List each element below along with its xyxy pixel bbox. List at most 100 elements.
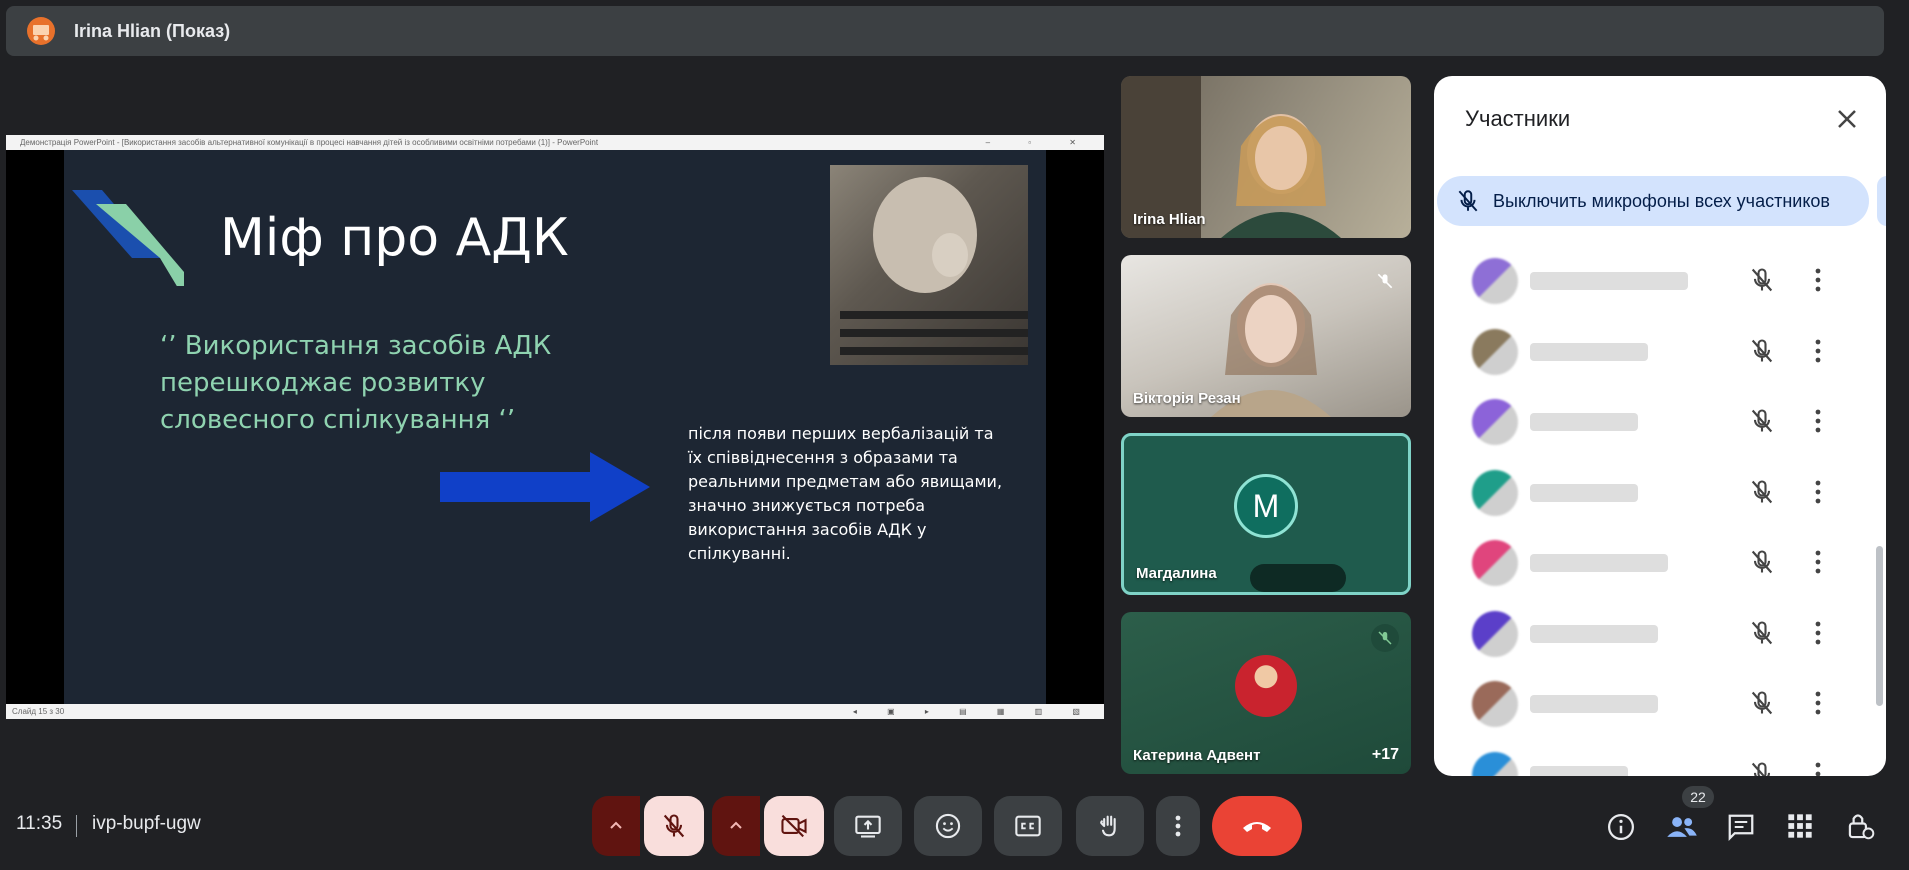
more-vert-icon bbox=[1175, 815, 1181, 837]
participant-name-redacted bbox=[1530, 554, 1668, 572]
close-icon[interactable] bbox=[1832, 104, 1862, 134]
info-icon[interactable] bbox=[1606, 812, 1636, 842]
redacted-surname bbox=[1250, 564, 1346, 592]
mute-all-button[interactable]: Выключить микрофоны всех участников bbox=[1437, 176, 1869, 226]
slide-body-text: після появи перших вербалізацій та їх сп… bbox=[688, 424, 1003, 563]
avatar bbox=[1472, 258, 1518, 304]
more-vert-icon[interactable] bbox=[1812, 689, 1824, 717]
avatar bbox=[1472, 681, 1518, 727]
emoji-icon bbox=[935, 813, 961, 839]
participant-name: Магдалина bbox=[1136, 565, 1217, 582]
avatar bbox=[1235, 655, 1297, 717]
mic-off-icon[interactable] bbox=[1748, 266, 1776, 294]
more-actions-button[interactable] bbox=[1877, 176, 1886, 226]
mic-toggle-button[interactable] bbox=[644, 796, 704, 856]
more-vert-icon[interactable] bbox=[1812, 760, 1824, 777]
powerpoint-titlebar: Демонстрація PowerPoint - [Використання … bbox=[6, 135, 1104, 150]
slide-photo-child bbox=[830, 165, 1028, 365]
meeting-code: ivp-bupf-ugw bbox=[92, 813, 201, 834]
participant-name-redacted bbox=[1530, 483, 1638, 502]
arrow-right-icon bbox=[440, 452, 650, 522]
participant-name-redacted bbox=[1530, 765, 1628, 776]
more-vert-icon[interactable] bbox=[1812, 337, 1824, 365]
participant-tile[interactable]: Катерина Адвент +17 bbox=[1121, 612, 1411, 774]
more-vert-icon[interactable] bbox=[1812, 548, 1824, 576]
presentation-icon bbox=[27, 17, 55, 45]
participant-name-redacted bbox=[1530, 695, 1658, 713]
participant-name: Вікторія Резан bbox=[1133, 390, 1241, 407]
hand-icon bbox=[1100, 815, 1116, 837]
scrollbar[interactable] bbox=[1876, 546, 1883, 706]
more-vert-icon[interactable] bbox=[1812, 478, 1824, 506]
mic-off-icon[interactable] bbox=[1748, 548, 1776, 576]
slide-counter: Слайд 15 з 30 bbox=[12, 707, 65, 716]
participants-panel: Участники Выключить микрофоны всех участ… bbox=[1434, 76, 1886, 776]
raise-hand-button[interactable] bbox=[1076, 796, 1144, 856]
more-options-button[interactable] bbox=[1156, 796, 1200, 856]
muted-mic-icon bbox=[1371, 624, 1399, 652]
camera-toggle-button[interactable] bbox=[764, 796, 824, 856]
chat-icon[interactable] bbox=[1726, 812, 1756, 842]
leave-call-button[interactable] bbox=[1212, 796, 1302, 856]
participant-name-redacted bbox=[1530, 272, 1688, 290]
participant-row[interactable] bbox=[1434, 528, 1864, 599]
mic-off-icon[interactable] bbox=[1748, 337, 1776, 365]
mic-off-icon bbox=[1458, 190, 1478, 212]
avatar bbox=[1472, 328, 1518, 375]
slide-quote: ‘’ Використання засобів АДК перешкоджає … bbox=[160, 331, 552, 435]
more-vert-icon[interactable] bbox=[1812, 266, 1824, 294]
participant-row[interactable] bbox=[1434, 669, 1864, 740]
participant-row[interactable] bbox=[1434, 246, 1864, 317]
participant-row[interactable] bbox=[1434, 458, 1864, 529]
host-controls-icon[interactable] bbox=[1846, 810, 1876, 842]
captions-button[interactable] bbox=[994, 796, 1062, 856]
powerpoint-statusbar: Слайд 15 з 30 ◂ ▣ ▸ ▤ ▦ ▥ ▧ bbox=[6, 704, 1104, 719]
mic-off-icon[interactable] bbox=[1748, 689, 1776, 717]
participant-row[interactable] bbox=[1434, 740, 1864, 777]
window-controls: – ▫ ✕ bbox=[985, 138, 1094, 147]
participant-name-redacted bbox=[1530, 413, 1638, 431]
slide-title: Міф про АДК bbox=[220, 208, 569, 268]
participant-tile[interactable]: Вікторія Резан bbox=[1121, 255, 1411, 417]
mic-off-icon bbox=[663, 814, 685, 838]
participant-name: Irina Hlian bbox=[1133, 211, 1206, 228]
people-icon[interactable] bbox=[1666, 812, 1698, 842]
video-options-button[interactable] bbox=[712, 796, 760, 856]
shared-screen: Демонстрація PowerPoint - [Використання … bbox=[6, 135, 1104, 719]
presenter-bar: Irina Hlian (Показ) bbox=[6, 6, 1884, 56]
mic-off-icon[interactable] bbox=[1748, 478, 1776, 506]
end-call-icon bbox=[1243, 822, 1271, 832]
participant-row[interactable] bbox=[1434, 387, 1864, 458]
participant-tile-active[interactable]: M Магдалина bbox=[1121, 433, 1411, 595]
participant-list bbox=[1434, 246, 1864, 776]
participant-name: Катерина Адвент bbox=[1133, 747, 1261, 764]
audio-options-button[interactable] bbox=[592, 796, 640, 856]
powerpoint-window-title: Демонстрація PowerPoint - [Використання … bbox=[20, 138, 599, 147]
avatar bbox=[1472, 610, 1518, 657]
mic-off-icon[interactable] bbox=[1748, 760, 1776, 777]
avatar bbox=[1472, 469, 1518, 516]
divider bbox=[76, 815, 77, 837]
participant-row[interactable] bbox=[1434, 599, 1864, 670]
participant-name-redacted bbox=[1530, 342, 1648, 361]
avatar bbox=[1472, 540, 1518, 586]
more-vert-icon[interactable] bbox=[1812, 407, 1824, 435]
mic-off-icon[interactable] bbox=[1748, 407, 1776, 435]
slide-logo-shapes bbox=[72, 190, 184, 286]
clock: 11:35 bbox=[16, 813, 63, 834]
presenter-title: Irina Hlian (Показ) bbox=[74, 20, 231, 41]
participant-row[interactable] bbox=[1434, 317, 1864, 388]
mic-off-icon[interactable] bbox=[1748, 619, 1776, 647]
reactions-button[interactable] bbox=[914, 796, 982, 856]
avatar bbox=[1472, 751, 1518, 776]
powerpoint-view-controls: ◂ ▣ ▸ ▤ ▦ ▥ ▧ bbox=[852, 707, 1094, 716]
more-participants-count[interactable]: +17 bbox=[1372, 746, 1399, 764]
participant-tile[interactable]: Irina Hlian bbox=[1121, 76, 1411, 238]
avatar: M bbox=[1234, 474, 1298, 538]
participant-name-redacted bbox=[1530, 624, 1658, 643]
camera-off-icon bbox=[781, 814, 807, 838]
activities-icon[interactable] bbox=[1786, 812, 1814, 840]
panel-title: Участники bbox=[1465, 106, 1571, 131]
present-button[interactable] bbox=[834, 796, 902, 856]
more-vert-icon[interactable] bbox=[1812, 619, 1824, 647]
